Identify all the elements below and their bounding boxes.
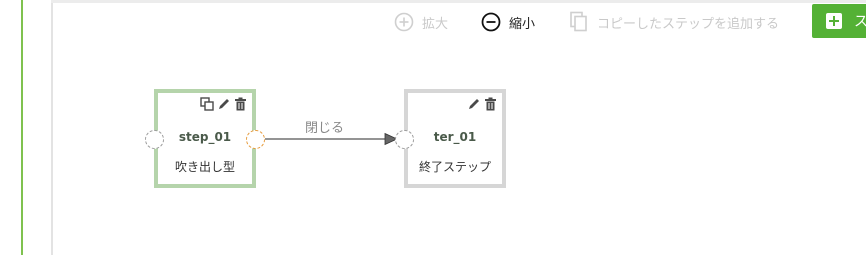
edit-pencil-icon[interactable] [217, 97, 231, 111]
flow-node-step-01[interactable]: step_01 吹き出し型 [154, 89, 256, 188]
trash-icon[interactable] [234, 97, 247, 111]
edge-label: 閉じる [305, 121, 345, 136]
node-subtitle: 吹き出し型 [174, 160, 235, 174]
node-subtitle: 終了ステップ [418, 160, 491, 174]
node-title: ter_01 [433, 130, 477, 144]
flow-node-ter-01[interactable]: ter_01 終了ステップ [404, 89, 506, 188]
input-port[interactable] [145, 130, 164, 149]
input-port[interactable] [395, 130, 414, 149]
trash-icon[interactable] [484, 97, 497, 111]
output-port[interactable] [246, 130, 265, 149]
duplicate-icon[interactable] [200, 97, 214, 111]
node-title: step_01 [178, 130, 232, 144]
edit-pencil-icon[interactable] [467, 97, 481, 111]
